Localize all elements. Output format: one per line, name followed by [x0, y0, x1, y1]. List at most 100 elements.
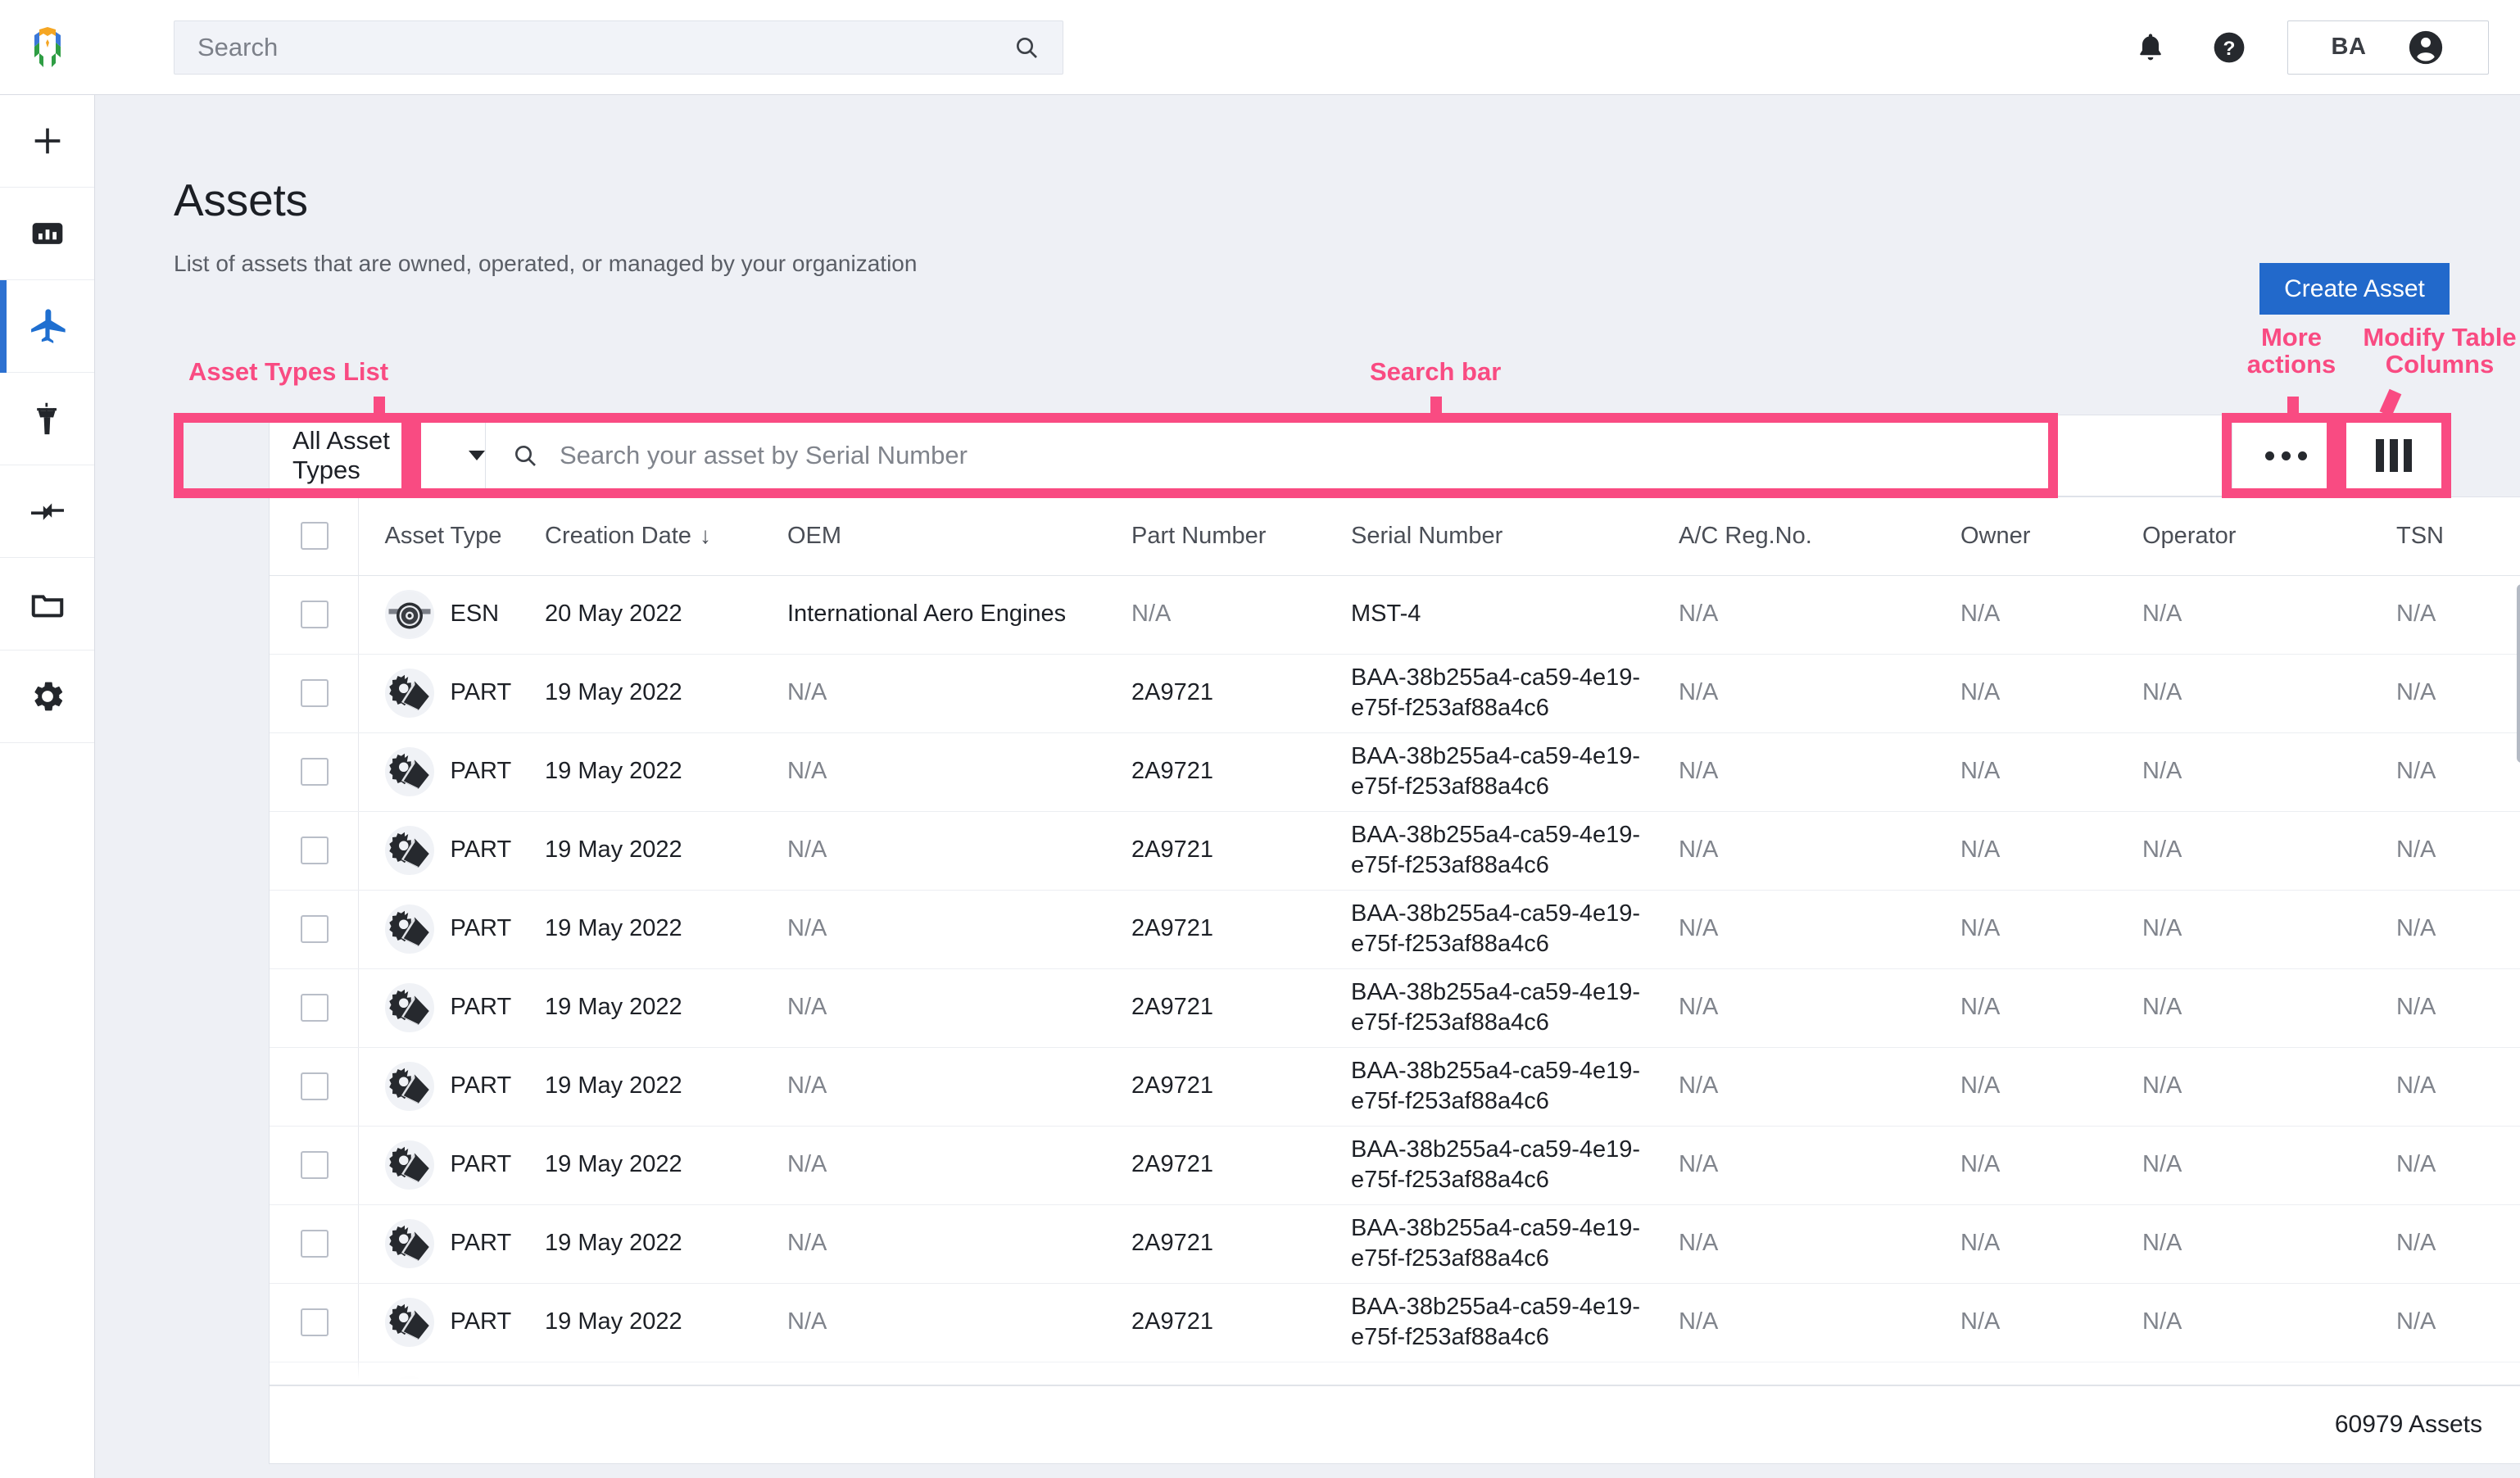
- row-select-cell: [270, 890, 359, 969]
- table-row[interactable]: PART19 May 2022N/A2A9721BAA-38b255a4-ca5…: [270, 654, 2520, 733]
- cell-part-number: 2A9721: [1131, 890, 1351, 969]
- row-checkbox[interactable]: [301, 758, 329, 786]
- sidebar-item-documents[interactable]: [0, 558, 94, 651]
- cell-asset-type: PART: [358, 968, 545, 1048]
- create-asset-button[interactable]: Create Asset: [2259, 263, 2450, 315]
- table-vertical-scrollbar[interactable]: [2517, 584, 2520, 763]
- profile-button[interactable]: BA: [2287, 20, 2489, 75]
- search-icon: [515, 446, 536, 466]
- table-row[interactable]: PART19 May 2022N/A2A9721BAA-38b255a4-ca5…: [270, 1126, 2520, 1205]
- header-operator[interactable]: Operator: [2142, 497, 2396, 576]
- cell-tsn: N/A: [2396, 654, 2520, 733]
- cell-oem: N/A: [787, 654, 1131, 733]
- cell-tsn: N/A: [2396, 1283, 2520, 1362]
- part-icon: [384, 826, 434, 875]
- cell-operator: N/A: [2142, 1047, 2396, 1127]
- row-checkbox[interactable]: [301, 1230, 329, 1258]
- row-checkbox[interactable]: [301, 1072, 329, 1100]
- table-row[interactable]: PART19 May 2022N/A2A9721BAA-38b255a4-ca5…: [270, 1204, 2520, 1284]
- assets-toolbar: All Asset Types Search your asset by Ser…: [269, 415, 2448, 496]
- cell-part-number: 2A9721: [1131, 1362, 1351, 1385]
- global-search-input[interactable]: Search: [174, 20, 1063, 75]
- header-part-number[interactable]: Part Number: [1131, 497, 1351, 576]
- serial-number-value: BAA-38b255a4-ca59-4e19-e75f-f253af88a4c6: [1351, 1214, 1641, 1272]
- row-select-cell: [270, 1047, 359, 1127]
- table-row[interactable]: PART19 May 2022N/A2A9721BAA-38b255a4-ca5…: [270, 811, 2520, 891]
- asset-type-label: PART: [450, 679, 512, 706]
- table-row[interactable]: ESN 20 May 2022 International Aero Engines…: [270, 575, 2520, 655]
- page-subtitle: List of assets that are owned, operated,…: [174, 251, 918, 276]
- row-checkbox[interactable]: [301, 1151, 329, 1179]
- table-row[interactable]: PART19 May 2022N/A2A9721BAA-38b255a4-ca5…: [270, 890, 2520, 969]
- sidebar-item-settings[interactable]: [0, 651, 94, 743]
- table-row[interactable]: PART19 May 2022N/A2A9721BAA-38b255a4-ca5…: [270, 1283, 2520, 1362]
- control-tower-icon: [36, 402, 57, 435]
- cell-serial-number: BAA-38b255a4-ca59-4e19-e75f-f253af88a4c6: [1351, 1126, 1679, 1205]
- asset-search-input[interactable]: Search your asset by Serial Number: [485, 415, 2232, 496]
- logo-container[interactable]: [0, 0, 95, 95]
- sidebar-item-assets[interactable]: [0, 280, 94, 373]
- profile-initials: BA: [2331, 34, 2367, 60]
- cell-asset-type: PART: [358, 732, 545, 812]
- sidebar-item-transfers[interactable]: [0, 465, 94, 558]
- row-checkbox[interactable]: [301, 994, 329, 1022]
- cell-owner: N/A: [1960, 654, 2142, 733]
- serial-number-value: BAA-38b255a4-ca59-4e19-e75f-f253af88a4c6: [1351, 978, 1641, 1036]
- cell-owner: N/A: [1960, 1047, 2142, 1127]
- cell-tsn: N/A: [2396, 732, 2520, 812]
- sidebar-item-create[interactable]: [0, 95, 94, 188]
- select-all-header: [270, 497, 359, 576]
- cell-asset-type: PART: [358, 1204, 545, 1284]
- cell-oem: International Aero Engines: [787, 575, 1131, 655]
- cell-asset-type: ESN: [358, 575, 545, 655]
- annotation-label-modify-table-columns: Modify Table Columns: [2363, 323, 2517, 379]
- cell-asset-type: PART: [358, 1047, 545, 1127]
- row-checkbox[interactable]: [301, 679, 329, 707]
- row-checkbox[interactable]: [301, 1308, 329, 1336]
- row-checkbox[interactable]: [301, 836, 329, 864]
- header-ac-reg-no[interactable]: A/C Reg.No.: [1679, 497, 1960, 576]
- cell-creation-date: 19 May 2022: [545, 1204, 787, 1284]
- sidebar-item-operations[interactable]: [0, 373, 94, 465]
- header-asset-type[interactable]: Asset Type: [358, 497, 545, 576]
- top-bar-actions: ? BA: [2130, 20, 2520, 75]
- serial-number-value: BAA-38b255a4-ca59-4e19-e75f-f253af88a4c6: [1351, 1136, 1641, 1193]
- more-actions-button[interactable]: [2232, 415, 2340, 496]
- serial-number-value: BAA-38b255a4-ca59-4e19-e75f-f253af88a4c6: [1351, 821, 1641, 878]
- help-button[interactable]: ?: [2209, 27, 2250, 68]
- cell-asset-type: PART: [358, 1362, 545, 1385]
- cell-oem: N/A: [787, 1283, 1131, 1362]
- sidebar-item-dashboard[interactable]: [0, 188, 94, 280]
- svg-text:?: ?: [2223, 37, 2236, 59]
- cell-operator: N/A: [2142, 654, 2396, 733]
- cell-owner: N/A: [1960, 1126, 2142, 1205]
- cell-part-number: N/A: [1131, 575, 1351, 655]
- arrow-down-icon: ↓: [699, 522, 711, 548]
- header-tsn[interactable]: TSN: [2396, 497, 2520, 576]
- cell-part-number: 2A9721: [1131, 654, 1351, 733]
- header-owner[interactable]: Owner: [1960, 497, 2142, 576]
- columns-icon: [2375, 439, 2412, 472]
- table-header-row: Asset Type Creation Date ↓ OEM Part Numbe…: [270, 497, 2520, 576]
- header-creation-date[interactable]: Creation Date ↓: [545, 497, 787, 576]
- serial-number-value: BAA-38b255a4-ca59-4e19-e75f-f253af88a4c6: [1351, 1293, 1641, 1350]
- annotation-stem-modify-table-columns: [2379, 388, 2402, 417]
- table-row[interactable]: PART19 May 2022N/A2A9721BAA-38b255a4-ca5…: [270, 968, 2520, 1048]
- asset-types-dropdown[interactable]: All Asset Types: [269, 415, 485, 496]
- cell-creation-date: 19 May 2022: [545, 654, 787, 733]
- row-checkbox[interactable]: [301, 915, 329, 943]
- header-oem[interactable]: OEM: [787, 497, 1131, 576]
- notifications-button[interactable]: [2130, 27, 2171, 68]
- cell-creation-date: 19 May 2022: [545, 811, 787, 891]
- modify-columns-button[interactable]: [2340, 415, 2448, 496]
- row-checkbox[interactable]: [301, 601, 329, 628]
- table-row[interactable]: PART19 May 2022N/A2A9721BAA-38b255a4-ca5…: [270, 1362, 2520, 1385]
- cell-oem: N/A: [787, 1126, 1131, 1205]
- select-all-checkbox[interactable]: [301, 522, 329, 551]
- table-row[interactable]: PART19 May 2022N/A2A9721BAA-38b255a4-ca5…: [270, 1047, 2520, 1127]
- header-serial-number[interactable]: Serial Number: [1351, 497, 1679, 576]
- table-row[interactable]: PART19 May 2022N/A2A9721BAA-38b255a4-ca5…: [270, 732, 2520, 812]
- asset-type-label: PART: [450, 994, 512, 1021]
- part-icon: [384, 1219, 434, 1268]
- serial-number-value: BAA-38b255a4-ca59-4e19-e75f-f253af88a4c6: [1351, 1057, 1641, 1114]
